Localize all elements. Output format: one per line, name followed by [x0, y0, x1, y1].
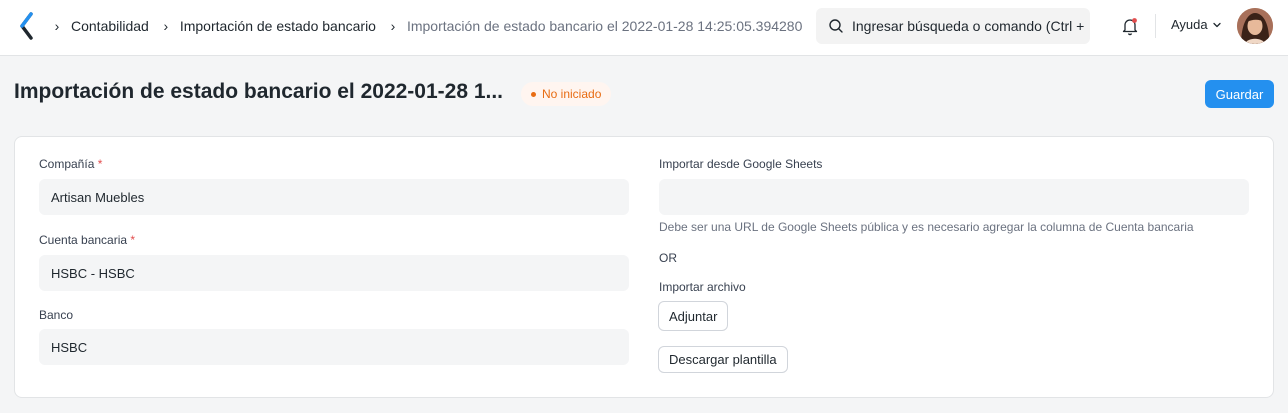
- company-value: Artisan Muebles: [51, 189, 145, 205]
- chevron-right-icon: ›: [390, 18, 396, 34]
- search-bar[interactable]: [816, 8, 1090, 44]
- search-icon: [829, 19, 843, 33]
- company-label: Compañía *: [39, 157, 103, 171]
- bank-value: HSBC: [51, 339, 88, 355]
- user-avatar-image: [1237, 8, 1273, 44]
- breadcrumb: › Contabilidad › Importación de estado b…: [52, 0, 814, 52]
- attach-button[interactable]: Adjuntar: [658, 301, 729, 331]
- navbar: › Contabilidad › Importación de estado b…: [0, 0, 1288, 56]
- form-card: Compañía * Artisan Muebles Cuenta bancar…: [14, 136, 1274, 398]
- bank-field[interactable]: HSBC: [39, 329, 629, 365]
- google-sheets-label: Importar desde Google Sheets: [659, 157, 823, 171]
- download-template-button[interactable]: Descargar plantilla: [658, 346, 788, 373]
- required-mark: *: [97, 157, 103, 171]
- save-button[interactable]: Guardar: [1205, 80, 1274, 108]
- help-dropdown[interactable]: Ayuda: [1171, 17, 1222, 32]
- chevron-right-icon: ›: [54, 18, 60, 34]
- breadcrumb-contabilidad[interactable]: Contabilidad: [71, 18, 149, 34]
- status-dot-icon: [531, 91, 536, 97]
- required-mark: *: [130, 233, 136, 247]
- page-title: Importación de estado bancario el 2022-0…: [14, 80, 504, 103]
- chevron-down-icon: [1212, 22, 1221, 27]
- help-label: Ayuda: [1171, 17, 1208, 32]
- google-sheets-description: Debe ser una URL de Google Sheets públic…: [659, 220, 1194, 234]
- bank-account-field[interactable]: HSBC - HSBC: [39, 255, 629, 291]
- google-sheets-url-field[interactable]: [659, 179, 1249, 215]
- bell-icon[interactable]: [1120, 16, 1140, 36]
- company-field[interactable]: Artisan Muebles: [39, 179, 629, 215]
- bank-label: Banco: [39, 308, 74, 322]
- chevron-right-icon: ›: [163, 18, 169, 34]
- import-file-label: Importar archivo: [659, 280, 746, 294]
- bank-account-label: Cuenta bancaria *: [39, 233, 136, 247]
- avatar[interactable]: [1237, 8, 1273, 44]
- search-input[interactable]: [852, 8, 1084, 44]
- status-badge: No iniciado: [521, 82, 612, 106]
- status-badge-label: No iniciado: [542, 87, 602, 101]
- or-separator: OR: [659, 251, 677, 265]
- navbar-divider: [1155, 14, 1156, 38]
- breadcrumb-bank-statement-import[interactable]: Importación de estado bancario: [180, 18, 376, 34]
- bank-account-value: HSBC - HSBC: [51, 265, 135, 281]
- breadcrumb-current[interactable]: Importación de estado bancario el 2022-0…: [407, 18, 802, 34]
- logo-icon[interactable]: [18, 12, 36, 40]
